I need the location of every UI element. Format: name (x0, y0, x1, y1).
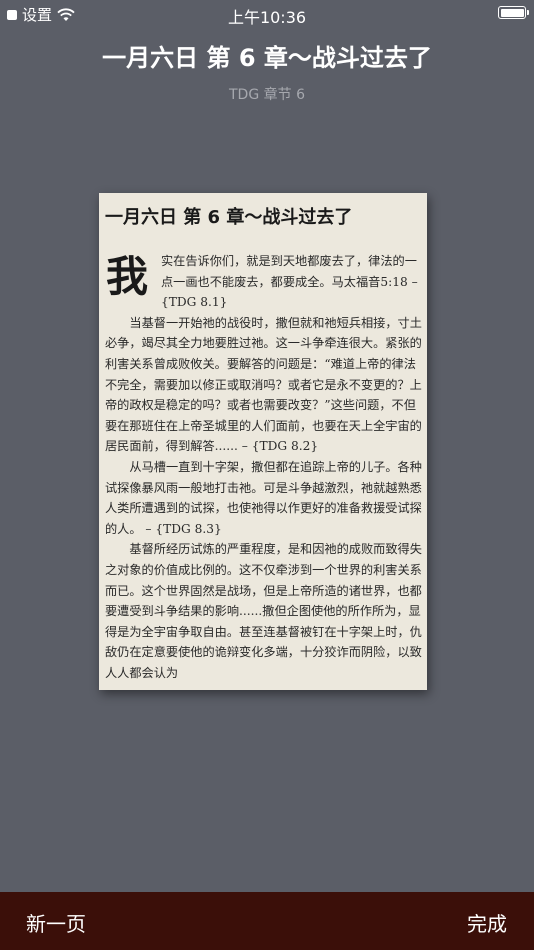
bottom-toolbar: 新一页 完成 (0, 892, 534, 950)
preview-paragraph: 当基督一开始祂的战役时，撒但就和祂短兵相接，寸土必争，竭尽其全力地要胜过祂。这一… (105, 315, 422, 454)
preview-paragraph: 基督所经历试炼的严重程度，是和因祂的成败而致得失之对象的价值成比例的。这不仅牵涉… (105, 542, 422, 680)
chapter-subtitle: TDG 章节 6 (229, 87, 305, 103)
battery-icon (498, 6, 529, 19)
page-title: 一月六日 第 6 章～战斗过去了 (102, 44, 432, 72)
preview-paragraph: 实在告诉你们，就是到天地都废去了，律法的一点一画也不能废去，都要成全。马太福音5… (161, 254, 418, 310)
status-bar: 设置 上午10:36 (0, 0, 534, 28)
preview-body: 实在告诉你们，就是到天地都废去了，律法的一点一画也不能废去，都要成全。马太福音5… (105, 251, 423, 683)
done-button[interactable]: 完成 (467, 908, 507, 937)
preview-title: 一月六日 第 6 章～战斗过去了 (105, 207, 353, 228)
new-page-button[interactable]: 新一页 (26, 908, 86, 937)
page-preview: 一月六日 第 6 章～战斗过去了 我 实在告诉你们，就是到天地都废去了，律法的一… (99, 193, 427, 690)
status-time: 上午10:36 (227, 8, 307, 27)
preview-paragraph: 从马槽一直到十字架，撒但都在追踪上帝的儿子。各种试探像暴风雨一般地打击祂。可是斗… (105, 459, 422, 536)
